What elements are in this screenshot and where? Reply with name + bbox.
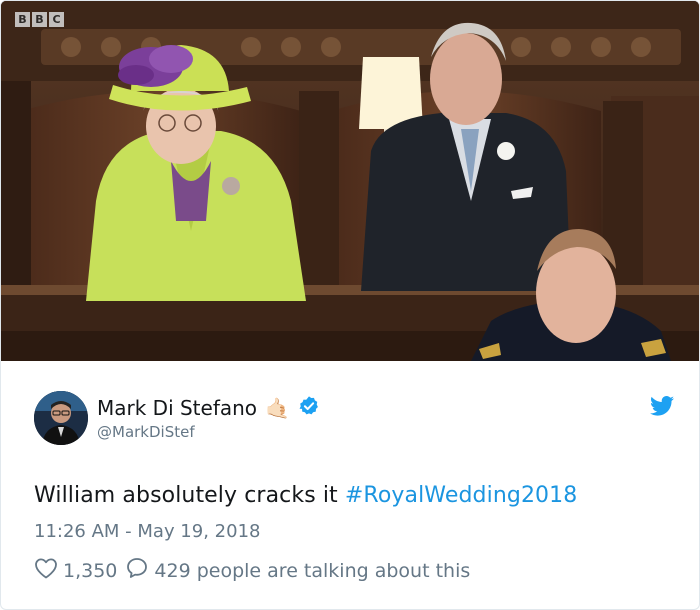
heart-icon[interactable] xyxy=(34,557,58,584)
author-row: Mark Di Stefano 🤙🏻 xyxy=(97,395,320,421)
hang-loose-emoji: 🤙🏻 xyxy=(265,396,290,420)
like-stat[interactable]: 1,350 xyxy=(34,557,117,584)
tweet-photo[interactable]: B B C xyxy=(1,1,699,361)
avatar-image xyxy=(34,391,88,445)
tweet-text: William absolutely cracks it #RoyalWeddi… xyxy=(34,483,577,508)
bbc-watermark: B B C xyxy=(15,12,64,27)
bbc-letter: B xyxy=(32,12,47,27)
reply-stat[interactable]: 429 people are talking about this xyxy=(125,556,470,585)
tweet-timestamp[interactable]: 11:26 AM - May 19, 2018 xyxy=(34,521,260,542)
twitter-bird-icon[interactable] xyxy=(650,396,674,420)
tweet-body: Mark Di Stefano 🤙🏻 @MarkDiStef William a… xyxy=(1,361,699,609)
bbc-letter: B xyxy=(15,12,30,27)
talking-count: 429 people are talking about this xyxy=(154,559,471,582)
hashtag-link[interactable]: #RoyalWedding2018 xyxy=(345,483,577,508)
bbc-letter: C xyxy=(49,12,64,27)
avatar[interactable] xyxy=(34,391,88,445)
tweet-card: B B C Mark Di Stefano 🤙🏻 @MarkDiStef Wil… xyxy=(0,0,700,610)
wedding-photo-illustration xyxy=(1,1,699,361)
tweet-stats: 1,350 429 people are talking about this xyxy=(34,556,478,585)
author-name[interactable]: Mark Di Stefano xyxy=(97,396,257,420)
comment-bubble-icon[interactable] xyxy=(125,556,149,585)
author-handle[interactable]: @MarkDiStef xyxy=(97,423,195,441)
like-count: 1,350 xyxy=(63,559,118,582)
verified-badge-icon xyxy=(298,395,320,421)
tweet-text-body: William absolutely cracks it xyxy=(34,483,345,508)
tweet-header: Mark Di Stefano 🤙🏻 @MarkDiStef xyxy=(34,391,674,447)
